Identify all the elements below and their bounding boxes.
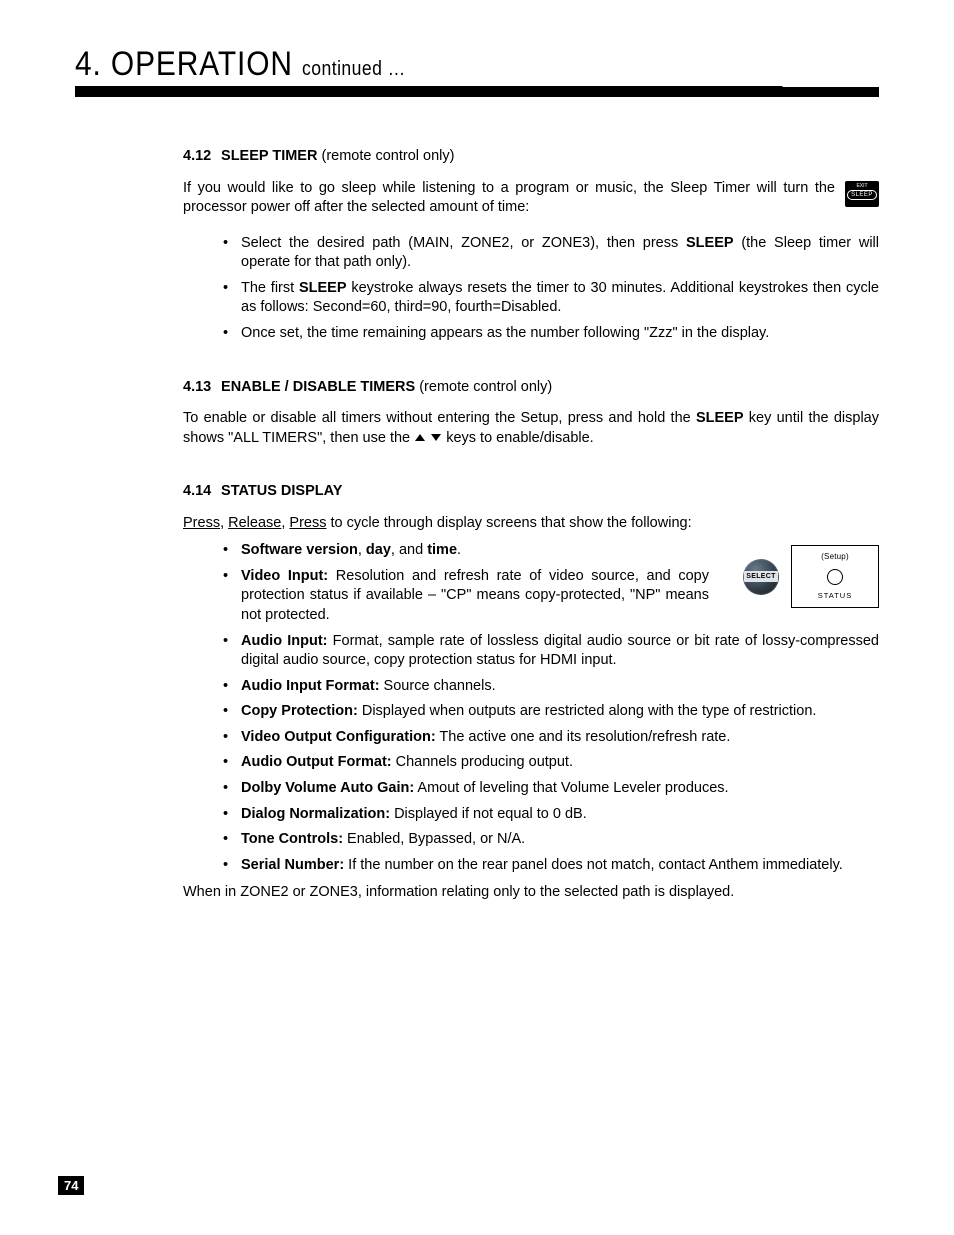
page: 4. OPERATION continued … 4.12 SLEEP TIME… <box>0 0 954 1235</box>
chapter-name: OPERATION <box>111 45 293 83</box>
list-item: The first SLEEP keystroke always resets … <box>223 279 879 318</box>
section-4-13-head: 4.13 ENABLE / DISABLE TIMERS (remote con… <box>183 378 879 398</box>
content: 4.12 SLEEP TIMER (remote control only) E… <box>183 147 879 903</box>
s413-body: To enable or disable all timers without … <box>183 409 879 448</box>
list-item: Software version, day, and time. <box>223 541 879 561</box>
list-item: Dolby Volume Auto Gain: Amout of levelin… <box>223 779 879 799</box>
list-item: Select the desired path (MAIN, ZONE2, or… <box>223 234 879 273</box>
list-item: Copy Protection: Displayed when outputs … <box>223 702 879 722</box>
header-bar <box>75 87 879 97</box>
s414-bullets: Software version, day, and time. Video I… <box>223 541 879 875</box>
sleep-button-icon: EXIT SLEEP <box>845 181 879 207</box>
list-item: Audio Input: Format, sample rate of loss… <box>223 632 879 671</box>
continued-label: continued … <box>302 58 406 80</box>
chapter-number: 4. <box>75 45 102 83</box>
list-item: Once set, the time remaining appears as … <box>223 324 879 344</box>
s414-intro: Press, Release, Press to cycle through d… <box>183 514 879 534</box>
arrow-up-icon <box>415 434 425 441</box>
list-item: Video Input: Resolution and refresh rate… <box>223 567 879 626</box>
chapter-title: 4. OPERATION continued … <box>75 45 783 87</box>
list-item: Audio Output Format: Channels producing … <box>223 753 879 773</box>
s414-footer: When in ZONE2 or ZONE3, information rela… <box>183 883 879 903</box>
section-4-12-head: 4.12 SLEEP TIMER (remote control only) <box>183 147 879 167</box>
list-item: Video Output Configuration: The active o… <box>223 728 879 748</box>
list-item: Audio Input Format: Source channels. <box>223 677 879 697</box>
s412-bullets: Select the desired path (MAIN, ZONE2, or… <box>223 234 879 344</box>
list-item: Serial Number: If the number on the rear… <box>223 856 879 876</box>
page-number: 74 <box>58 1176 84 1195</box>
list-item: Tone Controls: Enabled, Bypassed, or N/A… <box>223 830 879 850</box>
list-item: Dialog Normalization: Displayed if not e… <box>223 805 879 825</box>
arrow-down-icon <box>431 434 441 441</box>
section-4-14-head: 4.14 STATUS DISPLAY <box>183 482 879 502</box>
s412-intro: If you would like to go sleep while list… <box>183 179 879 218</box>
